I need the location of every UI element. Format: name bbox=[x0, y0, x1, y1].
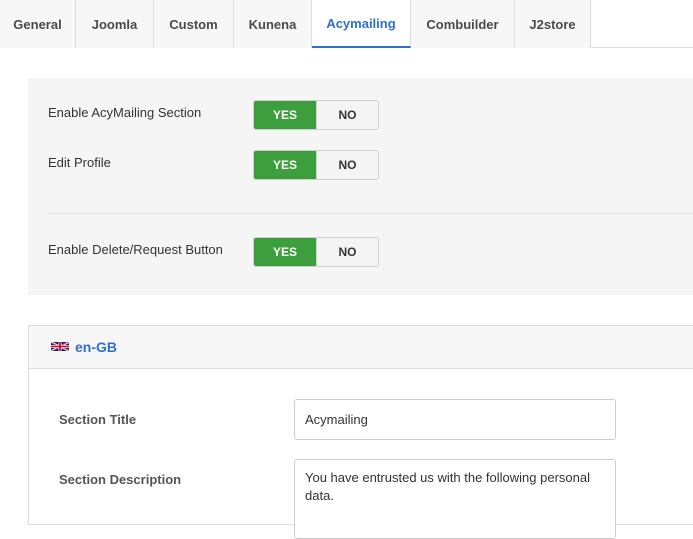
acymailing-settings: Enable AcyMailing Section YES NO Edit Pr… bbox=[28, 78, 693, 295]
section-description-label: Section Description bbox=[59, 472, 182, 487]
section-title-input[interactable] bbox=[294, 399, 616, 440]
edit-profile-label: Edit Profile bbox=[48, 155, 111, 170]
language-header: en-GB bbox=[29, 326, 693, 369]
tab-custom[interactable]: Custom bbox=[154, 0, 234, 48]
settings-divider bbox=[48, 213, 693, 214]
language-panel: en-GB Section Title Section Description … bbox=[28, 325, 693, 539]
enable-acymailing-toggle[interactable]: YES NO bbox=[253, 100, 379, 130]
tab-combuilder[interactable]: Combuilder bbox=[411, 0, 515, 48]
section-title-label: Section Title bbox=[59, 412, 137, 427]
tab-kunena[interactable]: Kunena bbox=[234, 0, 312, 48]
enable-delete-request-no-button[interactable]: NO bbox=[315, 238, 378, 266]
enable-delete-request-toggle[interactable]: YES NO bbox=[253, 237, 379, 267]
tab-general[interactable]: General bbox=[0, 0, 76, 48]
enable-acymailing-yes-button[interactable]: YES bbox=[254, 101, 316, 129]
enable-delete-request-yes-button[interactable]: YES bbox=[254, 238, 316, 266]
tab-acymailing[interactable]: Acymailing bbox=[312, 0, 411, 48]
language-code: en-GB bbox=[75, 339, 117, 355]
enable-acymailing-no-button[interactable]: NO bbox=[315, 101, 378, 129]
enable-delete-request-label: Enable Delete/Request Button bbox=[48, 242, 223, 257]
enable-acymailing-label: Enable AcyMailing Section bbox=[48, 105, 202, 120]
tab-bar: General Joomla Custom Kunena Acymailing … bbox=[0, 0, 693, 48]
uk-flag-icon bbox=[51, 341, 69, 352]
edit-profile-toggle[interactable]: YES NO bbox=[253, 150, 379, 180]
edit-profile-yes-button[interactable]: YES bbox=[254, 151, 316, 179]
edit-profile-no-button[interactable]: NO bbox=[315, 151, 378, 179]
tab-joomla[interactable]: Joomla bbox=[76, 0, 154, 48]
section-description-textarea[interactable]: You have entrusted us with the following… bbox=[294, 459, 616, 539]
tab-j2store[interactable]: J2store bbox=[515, 0, 591, 48]
